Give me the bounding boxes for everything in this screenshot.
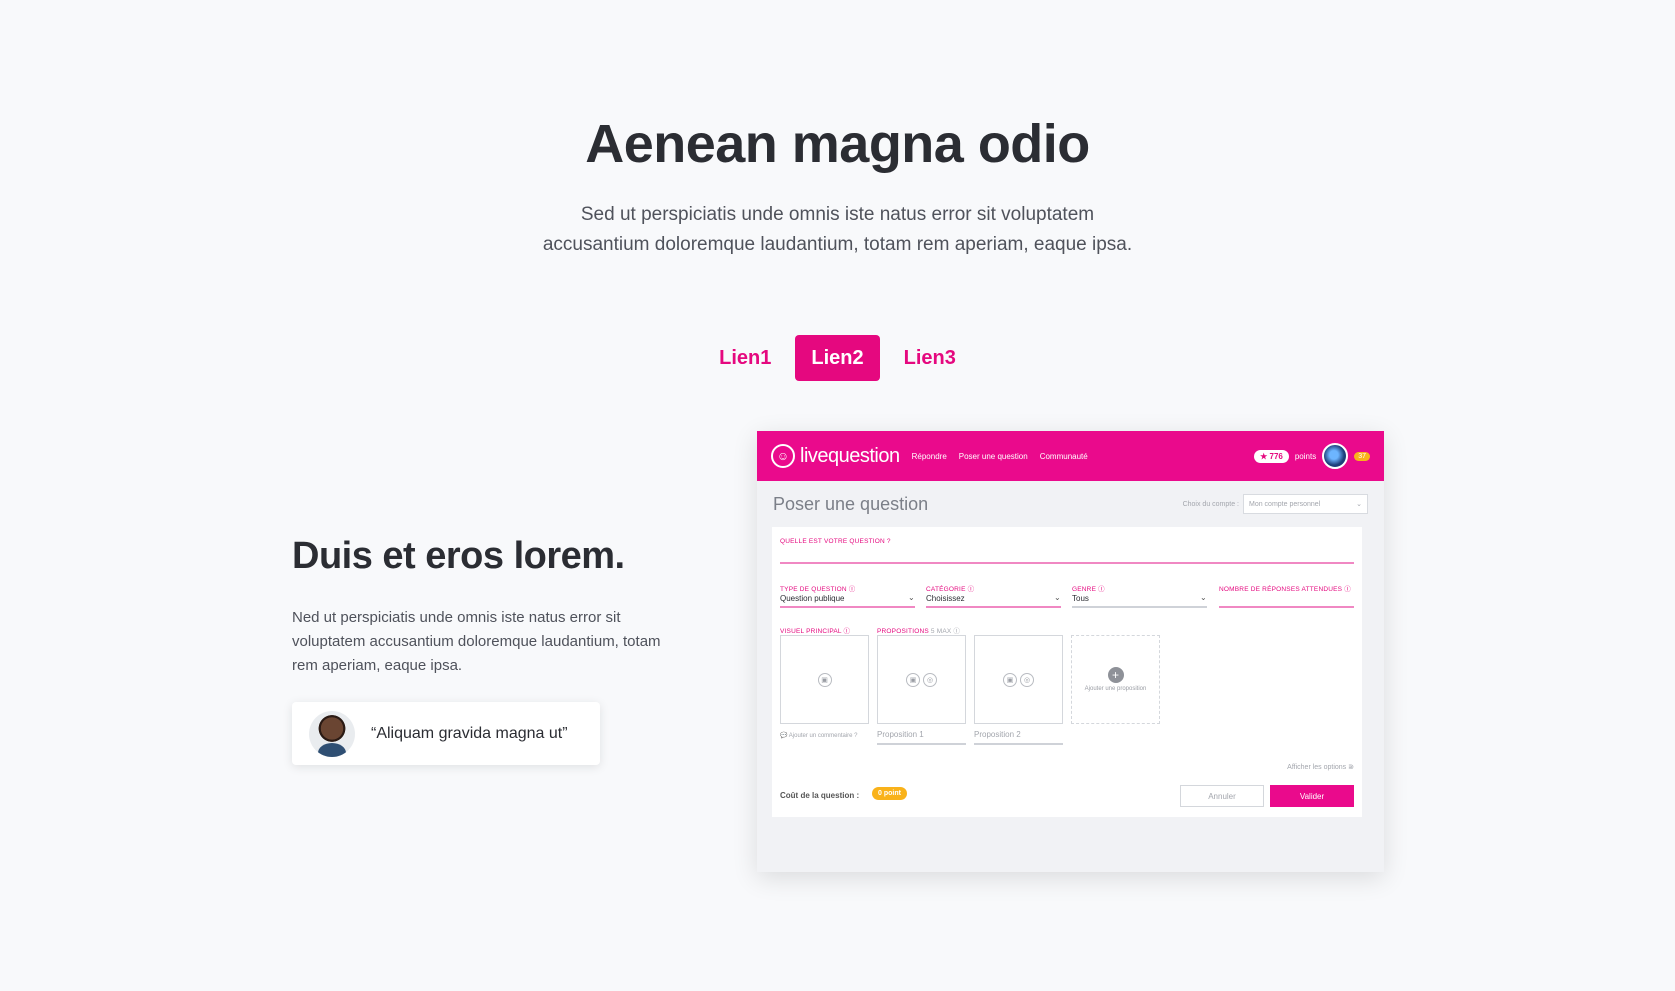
- cancel-button[interactable]: Annuler: [1180, 785, 1264, 807]
- hero-title: Aenean magna odio: [585, 114, 1090, 174]
- gif-icon: ◎: [1020, 672, 1034, 687]
- plus-icon: +: [1107, 667, 1124, 683]
- proposition-1-upload[interactable]: ▣ ◎: [877, 635, 966, 724]
- cost-label: Coût de la question :: [780, 791, 860, 800]
- question-input[interactable]: [780, 562, 1354, 564]
- proposition-1-input[interactable]: [877, 743, 966, 745]
- points-label: points: [1294, 451, 1317, 461]
- options-link[interactable]: Afficher les options ⋑: [1287, 763, 1354, 771]
- category-label: Catégorie ⓘ: [926, 586, 975, 593]
- visual-upload[interactable]: ▣: [780, 635, 869, 724]
- proposition-1-label: Proposition 1: [877, 730, 924, 739]
- user-area: ★ 776 points 37: [1254, 443, 1370, 469]
- quote-text: “Aliquam gravida magna ut”: [371, 724, 568, 742]
- logo-text: livequestion: [800, 444, 900, 467]
- type-value: Question publique: [780, 594, 845, 603]
- category-select[interactable]: [926, 606, 1061, 608]
- question-form: Quelle est votre question ? Type de ques…: [772, 527, 1362, 817]
- nav-communaute[interactable]: Communauté: [1040, 452, 1088, 461]
- account-value: Mon compte personnel: [1249, 500, 1321, 508]
- feature-title: Duis et eros lorem.: [292, 535, 625, 577]
- app-mockup: ☺ livequestion Répondre Poser une questi…: [757, 431, 1384, 872]
- type-select[interactable]: [780, 606, 915, 608]
- image-icon: ▣: [817, 672, 832, 687]
- tab-lien2[interactable]: Lien2: [795, 335, 880, 381]
- nav-repondre[interactable]: Répondre: [912, 452, 947, 461]
- add-proposition-label: Ajouter une proposition: [1084, 686, 1147, 692]
- logo-icon: ☺: [771, 444, 795, 468]
- visual-label: Visuel principal ⓘ: [780, 628, 851, 635]
- props-label: Propositions 5 max ⓘ: [877, 625, 960, 635]
- mockup-page-head: Poser une question Choix du compte : Mon…: [757, 481, 1384, 527]
- answers-label: Nombre de réponses attendues ⓘ: [1219, 586, 1351, 593]
- quote-card: “Aliquam gravida magna ut”: [292, 702, 600, 765]
- proposition-2-label: Proposition 2: [974, 730, 1021, 739]
- add-proposition-button[interactable]: + Ajouter une proposition: [1071, 635, 1160, 724]
- mockup-page-title: Poser une question: [773, 493, 929, 514]
- type-label: Type de question ⓘ: [780, 586, 856, 593]
- genre-label: Genre ⓘ: [1072, 586, 1105, 593]
- gif-icon: ◎: [923, 672, 937, 687]
- account-select[interactable]: Mon compte personnel ⌄: [1243, 494, 1368, 514]
- avatar: [309, 710, 355, 757]
- account-label: Choix du compte :: [1182, 500, 1239, 508]
- nav-poser[interactable]: Poser une question: [959, 452, 1028, 461]
- tab-bar: Lien1 Lien2 Lien3: [0, 335, 1675, 381]
- hero-subtitle-line1: Sed ut perspiciatis unde omnis iste natu…: [580, 204, 1095, 225]
- props-max: 5 max ⓘ: [930, 628, 961, 635]
- genre-value: Tous: [1072, 594, 1089, 603]
- answers-input[interactable]: [1219, 606, 1354, 608]
- cost-badge: 0 point: [872, 787, 907, 800]
- hero-subtitle: Sed ut perspiciatis unde omnis iste natu…: [0, 200, 1675, 260]
- tab-lien3[interactable]: Lien3: [888, 335, 972, 381]
- points-badge: ★ 776: [1254, 449, 1289, 463]
- question-label: Quelle est votre question ?: [780, 538, 891, 545]
- mockup-header: ☺ livequestion Répondre Poser une questi…: [757, 431, 1384, 481]
- chevron-down-icon: ⌄: [1200, 593, 1207, 602]
- add-comment-link[interactable]: 💬 Ajouter un commentaire ?: [780, 732, 858, 739]
- chevron-down-icon: ⌄: [1356, 501, 1362, 508]
- category-value: Choisissez: [926, 594, 965, 603]
- user-avatar[interactable]: [1322, 443, 1349, 469]
- proposition-2-input[interactable]: [974, 743, 1063, 745]
- image-icon: ▣: [906, 672, 920, 687]
- feature-text: Ned ut perspiciatis unde omnis iste natu…: [292, 609, 661, 674]
- chevron-down-icon: ⌄: [1054, 593, 1061, 602]
- genre-select[interactable]: [1072, 606, 1207, 608]
- props-label-text: Propositions: [877, 628, 929, 635]
- hero-subtitle-line2: accusantium doloremque laudantium, totam…: [542, 234, 1133, 255]
- image-icon: ▣: [1003, 672, 1017, 687]
- chevron-down-icon: ⌄: [908, 593, 915, 602]
- tab-lien1[interactable]: Lien1: [703, 335, 787, 381]
- proposition-2-upload[interactable]: ▣ ◎: [974, 635, 1063, 724]
- notification-badge[interactable]: 37: [1354, 451, 1370, 461]
- submit-button[interactable]: Valider: [1270, 785, 1354, 807]
